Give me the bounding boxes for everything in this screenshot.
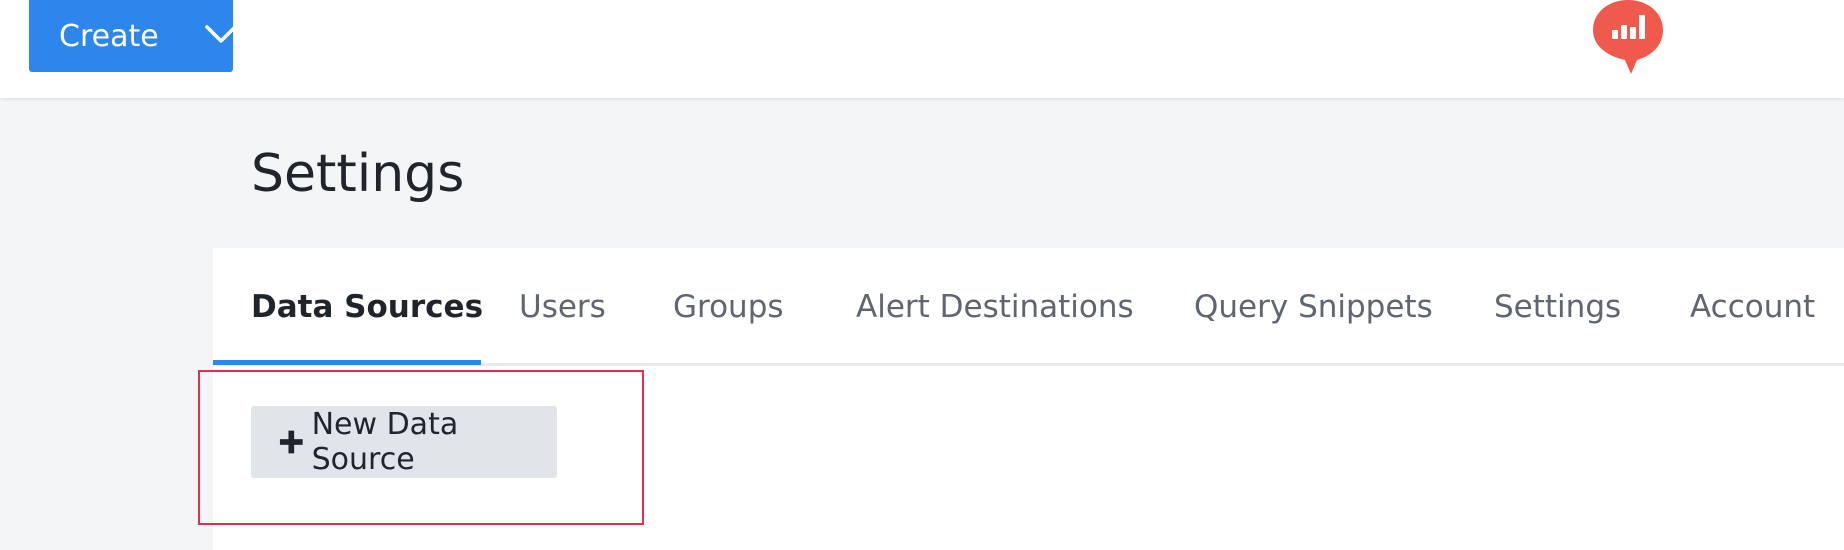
chevron-down-icon — [205, 25, 237, 43]
tab-data-sources[interactable]: Data Sources — [251, 248, 483, 366]
create-button-label: Create — [59, 18, 159, 54]
tab-alert-destinations[interactable]: Alert Destinations — [856, 248, 1134, 366]
new-data-source-button[interactable]: New Data Source — [251, 406, 557, 478]
page-title: Settings — [251, 144, 465, 204]
tab-settings[interactable]: Settings — [1494, 248, 1621, 366]
plus-icon — [279, 430, 303, 454]
settings-card: Data Sources Users Groups Alert Destinat… — [213, 248, 1844, 550]
tab-query-snippets[interactable]: Query Snippets — [1194, 248, 1433, 366]
tab-groups[interactable]: Groups — [673, 248, 784, 366]
create-button[interactable]: Create — [29, 0, 237, 72]
redash-logo-icon[interactable] — [1593, 0, 1663, 74]
new-data-source-label: New Data Source — [311, 407, 459, 477]
active-tab-indicator — [213, 360, 481, 365]
settings-tabs: Data Sources Users Groups Alert Destinat… — [213, 248, 1844, 366]
top-navbar: Create — [0, 0, 1844, 98]
tab-users[interactable]: Users — [519, 248, 606, 366]
tab-account[interactable]: Account — [1690, 248, 1815, 366]
